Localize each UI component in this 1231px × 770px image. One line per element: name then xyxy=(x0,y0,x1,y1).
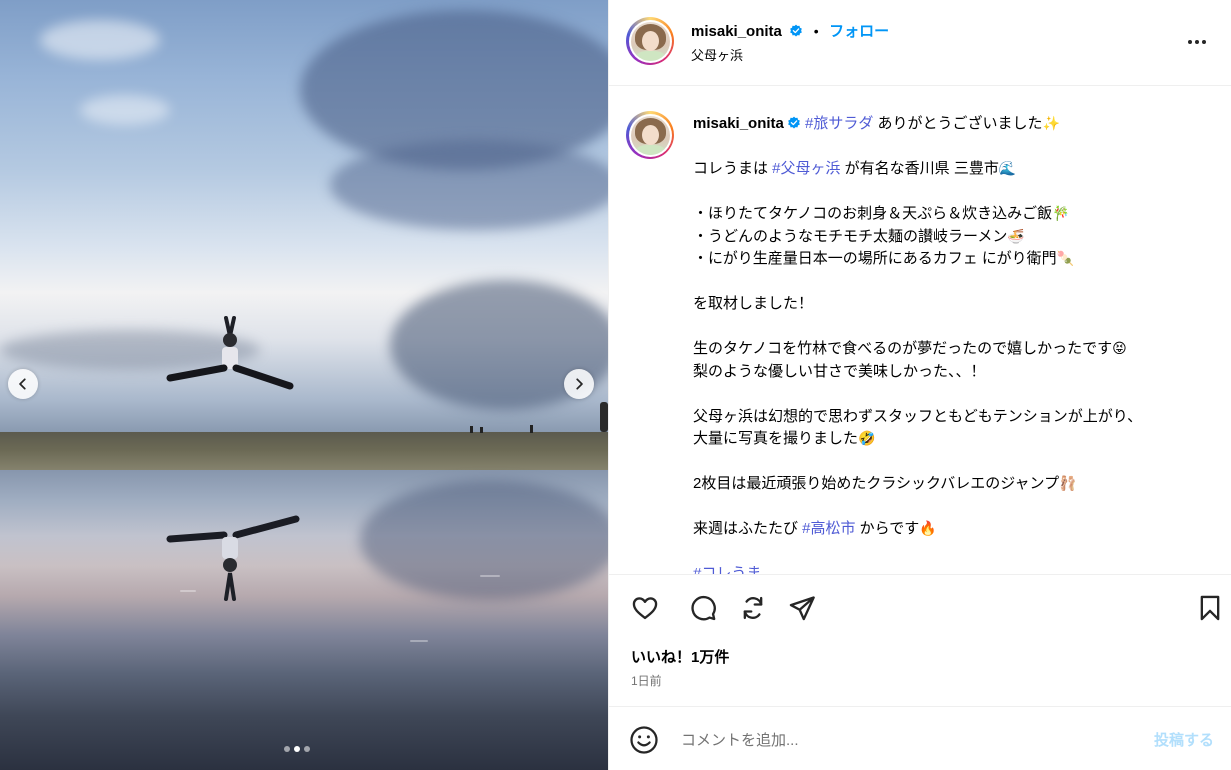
caption-text: 大量に写真を撮りました xyxy=(693,430,859,447)
ripple xyxy=(480,575,500,577)
carousel-indicator xyxy=(284,746,310,752)
chevron-right-icon xyxy=(576,378,583,390)
post-detail-panel: misaki_onita • フォロー 父母ヶ浜 misaki_onita #旅… xyxy=(608,0,1231,770)
bamboo-emoji: 🎋 xyxy=(1052,206,1070,222)
share-icon xyxy=(789,596,815,621)
dancer-reflection xyxy=(166,515,300,601)
caption-text: ありがとうございました xyxy=(873,115,1043,132)
distant-person xyxy=(600,402,608,432)
share-button[interactable] xyxy=(786,592,818,624)
post-caption: misaki_onita #旅サラダ ありがとうございました✨ コレうまは #父… xyxy=(693,113,1213,574)
dancer-silhouette xyxy=(166,316,294,390)
post-header: misaki_onita • フォロー 父母ヶ浜 xyxy=(609,0,1231,86)
hashtag-link[interactable]: #高松市 xyxy=(802,520,855,537)
laughing-emoji: 🤣 xyxy=(858,431,876,447)
dango-emoji: 🍡 xyxy=(1056,251,1075,267)
wave-emoji: 🌊 xyxy=(998,161,1017,177)
fire-emoji: 🔥 xyxy=(919,521,937,537)
caption-text: ・にがり生産量日本一の場所にあるカフェ にがり衛門 xyxy=(693,250,1057,267)
follow-button[interactable]: フォロー xyxy=(829,23,889,40)
carousel-dot-active xyxy=(294,746,300,752)
previous-image-button[interactable] xyxy=(8,369,38,399)
bookmark-icon xyxy=(1200,595,1220,621)
caption-text: が有名な香川県 三豊市 xyxy=(840,160,999,177)
repost-button[interactable] xyxy=(737,592,769,624)
caption-text: 2枚目は最近頑張り始めたクラシックバレエのジャンプ xyxy=(693,475,1060,492)
caption-avatar[interactable] xyxy=(626,111,674,159)
carousel-dot xyxy=(304,746,310,752)
caption-text: 父母ヶ浜は幻想的で思わずスタッフともどもテンションが上がり、 xyxy=(693,407,1143,425)
distant-person xyxy=(470,426,473,433)
hashtag-link[interactable]: #コレうま xyxy=(693,565,761,574)
cloud xyxy=(40,20,160,60)
caption-text: 来週はふたたび xyxy=(693,520,803,537)
reflection-cloud xyxy=(360,480,608,600)
heart-icon xyxy=(632,597,658,620)
ramen-emoji: 🍜 xyxy=(1007,228,1025,245)
caption-text: からです xyxy=(855,520,920,537)
verified-badge-icon xyxy=(788,116,800,129)
header-username[interactable]: misaki_onita xyxy=(691,23,782,40)
tongue-emoji: 😝 xyxy=(1112,341,1127,357)
emoji-picker-icon[interactable] xyxy=(629,725,659,755)
cloud xyxy=(80,95,170,125)
cloud xyxy=(330,140,608,230)
like-button[interactable] xyxy=(629,592,661,624)
next-image-button[interactable] xyxy=(564,369,594,399)
sparkles-emoji: ✨ xyxy=(1042,116,1060,132)
caption-username[interactable]: misaki_onita xyxy=(693,115,784,132)
caption-text: 生のタケノコを竹林で食べるのが夢だったので嬉しかったです xyxy=(693,340,1113,357)
post-timestamp[interactable]: 1日前 xyxy=(631,672,662,689)
separator-dot: • xyxy=(813,23,819,39)
ballet-shoes-emoji: 🩰 xyxy=(1059,476,1077,492)
chevron-left-icon xyxy=(19,378,26,390)
more-horizontal-icon xyxy=(1188,40,1206,44)
comments-section[interactable]: misaki_onita #旅サラダ ありがとうございました✨ コレうまは #父… xyxy=(609,87,1231,575)
comment-input[interactable] xyxy=(681,727,1121,753)
carousel-dot xyxy=(284,746,290,752)
ripple xyxy=(410,640,428,642)
caption-text: ・ほりたてタケノコのお刺身＆天ぷら＆炊き込みご飯 xyxy=(693,205,1053,222)
comment-composer: 投稿する xyxy=(609,706,1231,770)
distant-person xyxy=(530,425,533,433)
caption-text: 梨のような優しい甘さで美味しかった、、！ xyxy=(693,362,986,380)
comment-button[interactable] xyxy=(687,592,719,624)
distant-person xyxy=(480,427,483,433)
comment-icon xyxy=(691,595,716,621)
caption-text: ・うどんのようなモチモチ太麺の讃岐ラーメン xyxy=(693,227,1008,245)
save-button[interactable] xyxy=(1194,592,1226,624)
location-link[interactable]: 父母ヶ浜 xyxy=(691,45,743,64)
likes-count[interactable]: いいね！1万件 xyxy=(631,646,729,667)
caption-text: を取材しました！ xyxy=(693,295,814,312)
action-bar xyxy=(629,592,1220,628)
caption-text: コレうまは xyxy=(693,160,773,177)
hashtag-link[interactable]: #父母ヶ浜 xyxy=(772,160,840,177)
post-photo[interactable] xyxy=(0,0,608,770)
hashtag-link[interactable]: #旅サラダ xyxy=(805,115,873,132)
repost-icon xyxy=(743,596,763,620)
post-comment-button[interactable]: 投稿する xyxy=(1154,729,1214,750)
verified-badge-icon xyxy=(790,24,803,37)
more-options-button[interactable] xyxy=(1185,30,1209,54)
avatar[interactable] xyxy=(626,17,674,65)
